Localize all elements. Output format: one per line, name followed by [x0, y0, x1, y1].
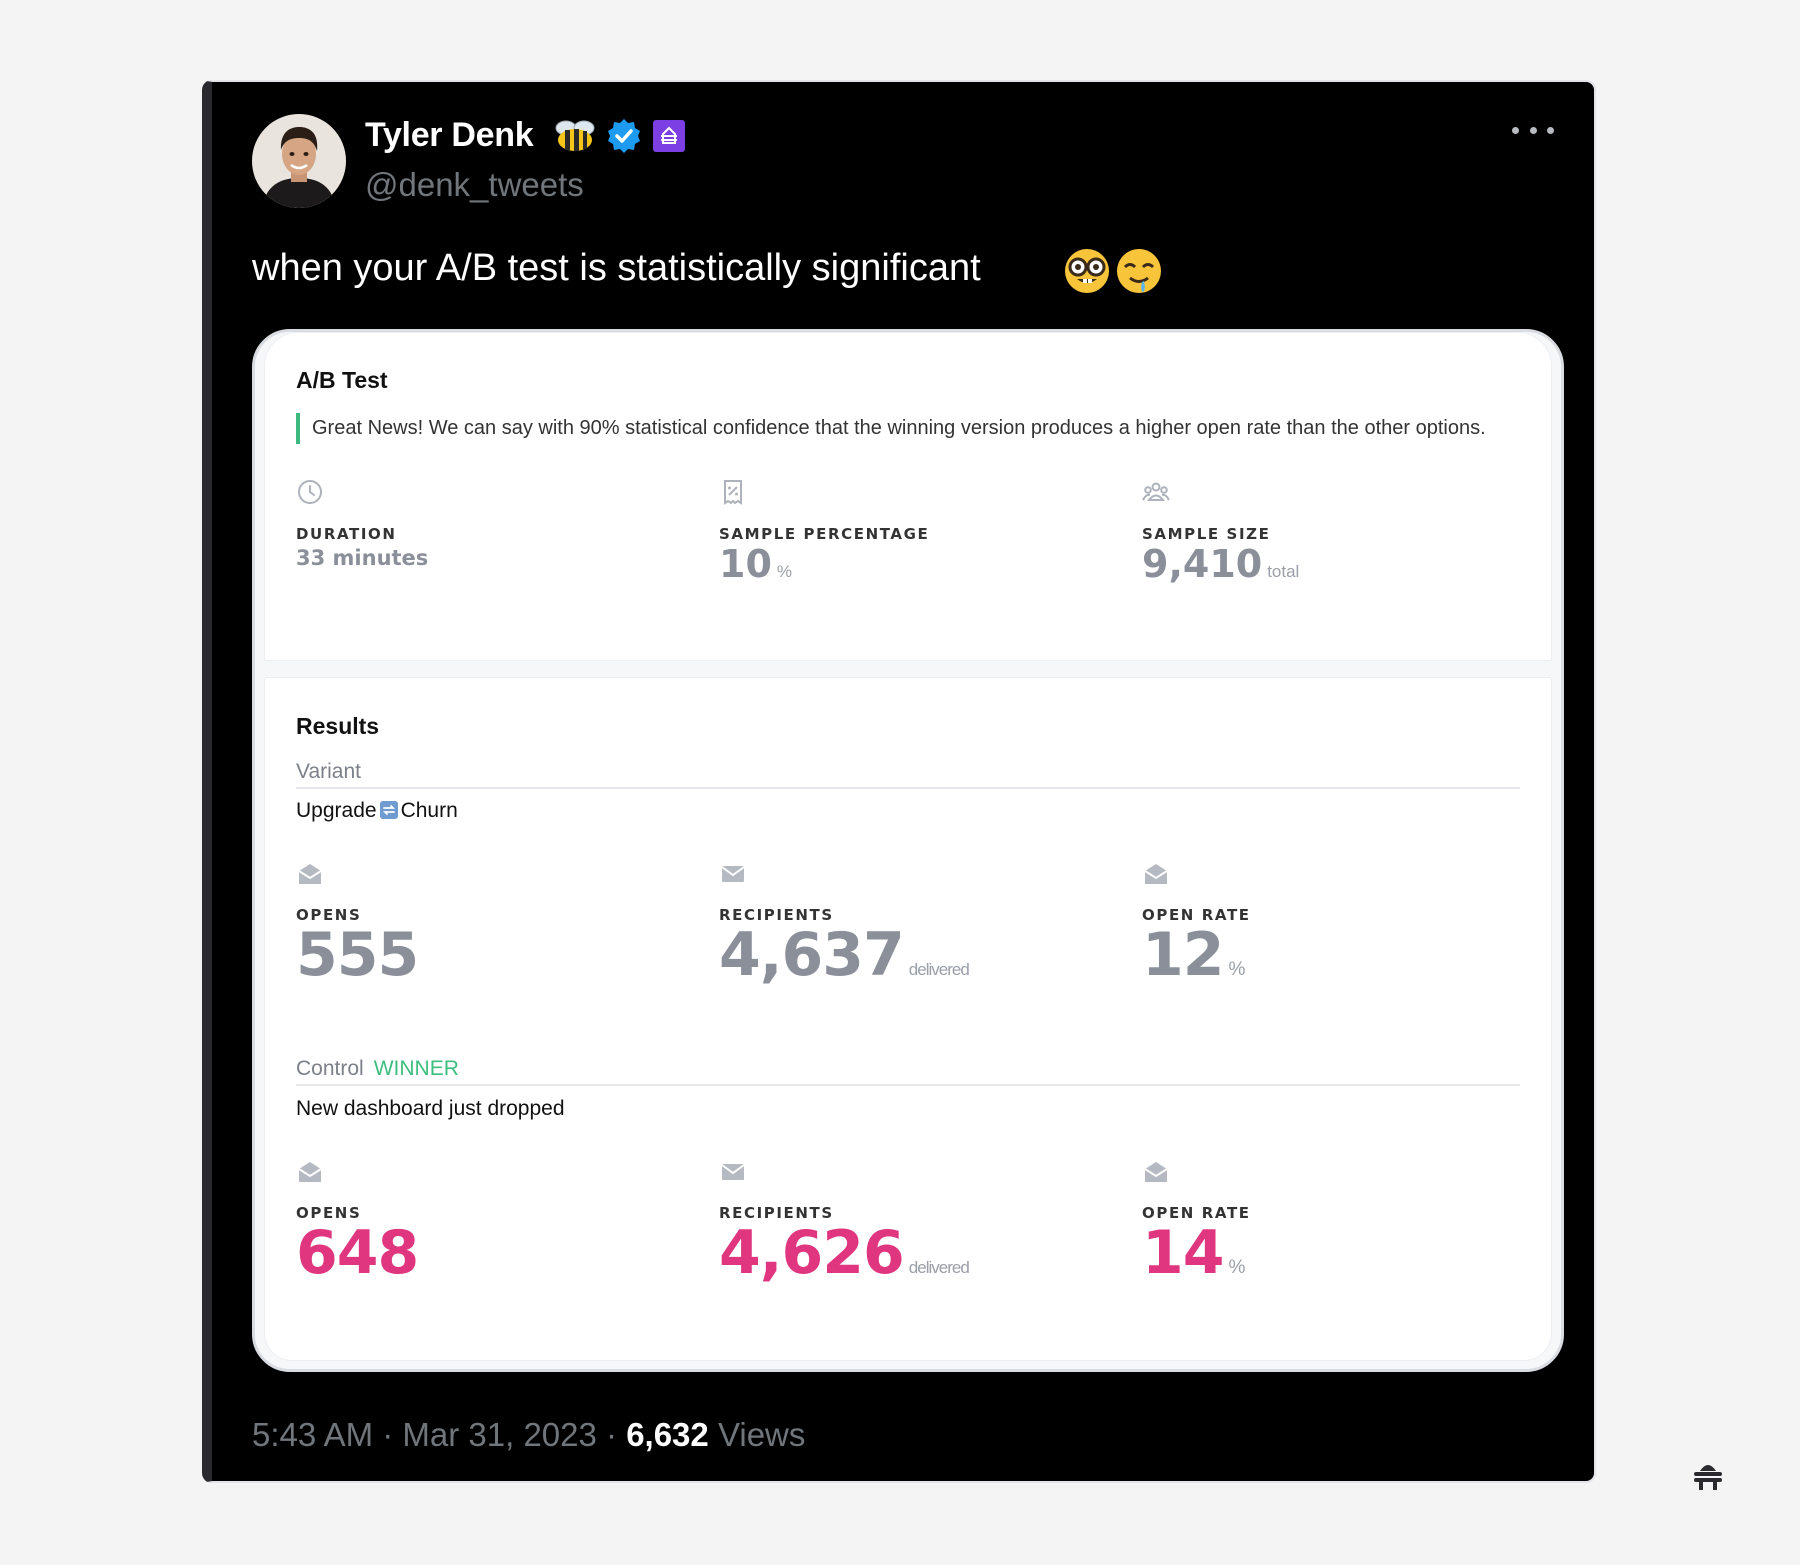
affiliate-badge-icon[interactable] — [652, 119, 686, 153]
timestamp[interactable]: 5:43 AM · Mar 31, 2023 · — [252, 1416, 626, 1453]
duration-label: DURATION — [296, 525, 397, 543]
author-handle[interactable]: @denk_tweets — [365, 166, 584, 204]
author-badges — [554, 118, 686, 154]
views-count: 6,632 — [626, 1416, 709, 1453]
sample-percentage-label: SAMPLE PERCENTAGE — [719, 525, 930, 543]
nerd-face-emoji — [1065, 249, 1109, 293]
user-group-icon — [1142, 482, 1170, 501]
sample-size-label: SAMPLE SIZE — [1142, 525, 1271, 543]
drooling-face-emoji — [1117, 249, 1161, 293]
envelope-icon — [721, 1164, 745, 1180]
envelope-open-icon — [1144, 864, 1168, 884]
clock-icon — [298, 480, 322, 504]
variant-open-rate-value: 12% — [1142, 920, 1245, 990]
divider — [296, 1084, 1520, 1086]
control-header: Control WINNER — [296, 1057, 459, 1080]
avatar[interactable] — [252, 114, 346, 208]
beehiiv-logo-icon — [1694, 1465, 1722, 1490]
variant-header: Variant — [296, 760, 361, 783]
results-title: Results — [296, 713, 380, 739]
results-panel: Results Variant Upgrade Churn OPENS 555 R… — [264, 677, 1552, 1361]
author-name[interactable]: Tyler Denk — [365, 116, 534, 155]
variant-recipients-value: 4,637 delivered — [719, 920, 970, 990]
views-label: Views — [717, 1416, 806, 1453]
winner-badge: WINNER — [373, 1057, 459, 1080]
envelope-open-icon — [1144, 1162, 1168, 1182]
receipt-percent-icon — [724, 480, 742, 505]
duration-value: 33 minutes — [296, 546, 429, 570]
variant-subject: Upgrade Churn — [296, 799, 458, 822]
tweet-card: Tyler Denk @denk_tweets when your A/B te… — [202, 80, 1596, 1483]
variant-opens-value: 555 — [296, 920, 419, 990]
ab-test-panel: A/B Test Great News! We can say with 90%… — [264, 332, 1552, 661]
divider — [296, 787, 1520, 789]
tweet-text: when your A/B test is statistically sign… — [252, 247, 981, 289]
envelope-open-icon — [298, 1162, 322, 1182]
control-recipients-value: 4,626 delivered — [719, 1218, 970, 1288]
control-subject: New dashboard just dropped — [296, 1097, 565, 1120]
verified-badge-icon[interactable] — [606, 118, 642, 154]
more-options-icon[interactable] — [1512, 118, 1554, 142]
bee-emoji — [555, 120, 595, 151]
envelope-icon — [721, 866, 745, 882]
tweet-media-image[interactable]: A/B Test Great News! We can say with 90%… — [252, 329, 1564, 1372]
envelope-open-icon — [298, 864, 322, 884]
significance-message: Great News! We can say with 90% statisti… — [296, 413, 1502, 444]
sample-size-value: 9,410 total — [1142, 542, 1300, 586]
sample-percentage-value: 10% — [719, 542, 793, 586]
tweet-emojis — [1064, 248, 1162, 294]
ab-test-title: A/B Test — [296, 367, 388, 393]
tweet-meta: 5:43 AM · Mar 31, 2023 · 6,632 Views — [252, 1416, 805, 1454]
arrows-repeat-icon — [379, 801, 398, 819]
control-open-rate-value: 14% — [1142, 1218, 1245, 1288]
control-opens-value: 648 — [296, 1218, 419, 1288]
